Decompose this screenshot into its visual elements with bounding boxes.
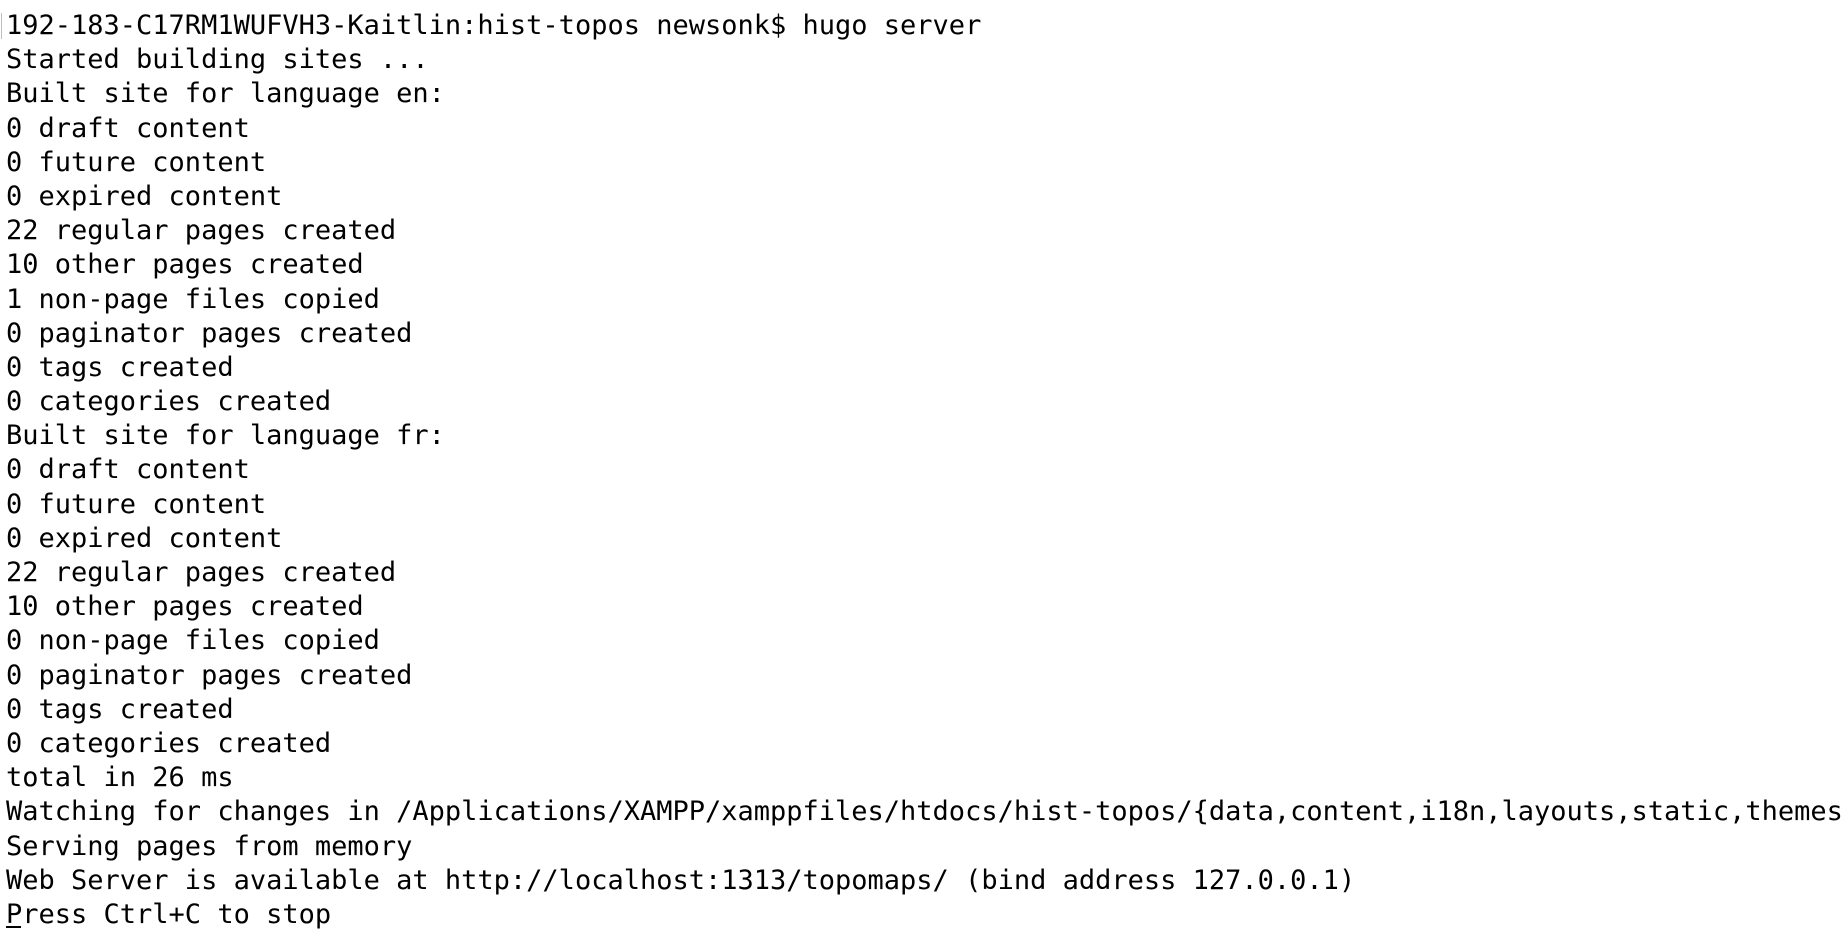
output-line: Built site for language en:	[6, 78, 445, 110]
cursor-row	[6, 926, 1836, 952]
output-line: 0 tags created	[6, 351, 234, 383]
output-line: 0 paginator pages created	[6, 659, 413, 691]
output-line: 0 draft content	[6, 112, 250, 144]
output-line: 0 categories created	[6, 386, 332, 418]
output-line: Watching for changes in /Applications/XA…	[6, 796, 1844, 828]
output-line: 0 non-page files copied	[6, 625, 380, 657]
output-line: 0 expired content	[6, 522, 283, 554]
output-line: 10 other pages created	[6, 591, 364, 623]
output-line: total in 26 ms	[6, 762, 234, 794]
output-line: 0 tags created	[6, 693, 234, 725]
output-line: Serving pages from memory	[6, 830, 413, 862]
output-line: 10 other pages created	[6, 249, 364, 281]
terminal-window[interactable]: 192-183-C17RM1WUFVH3-Kaitlin:hist-topos …	[0, 0, 1844, 930]
prompt-line: 192-183-C17RM1WUFVH3-Kaitlin:hist-topos …	[6, 10, 982, 41]
output-line: Built site for language fr:	[6, 420, 445, 452]
output-line: 22 regular pages created	[6, 557, 397, 588]
output-line: 0 paginator pages created	[6, 317, 413, 349]
output-line: 0 categories created	[6, 727, 332, 759]
output-line: 22 regular pages created	[6, 215, 397, 247]
output-line: Press Ctrl+C to stop	[6, 898, 332, 930]
output-line: Started building sites ...	[6, 44, 429, 76]
output-line: 0 draft content	[6, 454, 250, 486]
terminal-output: 192-183-C17RM1WUFVH3-Kaitlin:hist-topos …	[6, 9, 1844, 952]
output-line: 1 non-page files copied	[6, 283, 380, 315]
output-line: 0 future content	[6, 488, 267, 520]
output-line: 0 expired content	[6, 180, 283, 212]
output-line: 0 future content	[6, 146, 267, 178]
output-line: Web Server is available at http://localh…	[6, 864, 1356, 896]
window-edge	[1, 13, 2, 39]
